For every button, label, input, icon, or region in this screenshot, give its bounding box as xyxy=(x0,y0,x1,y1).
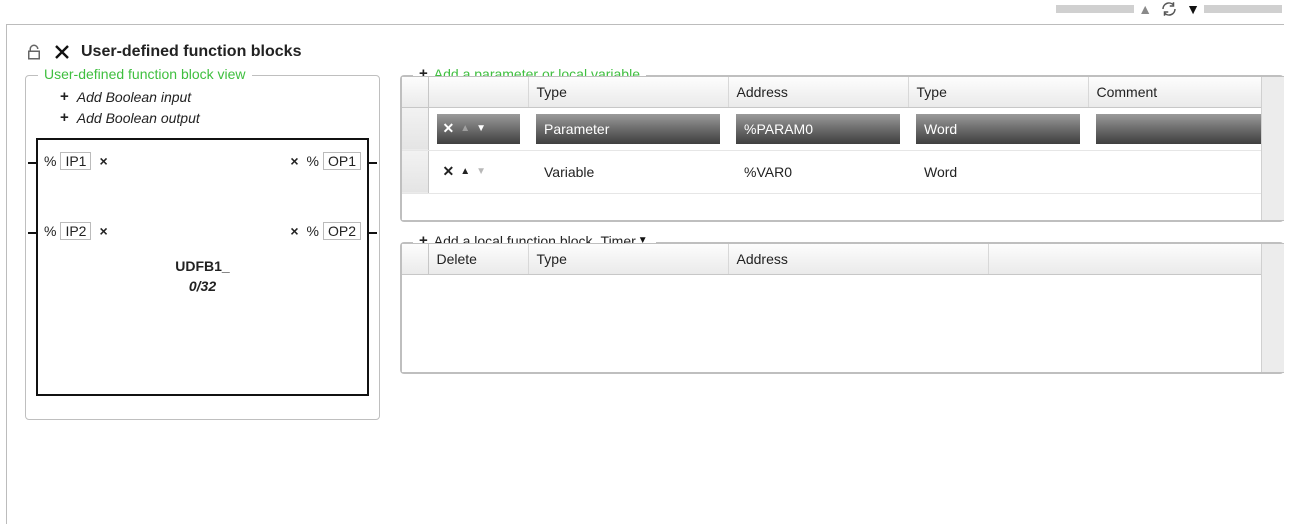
row-handle-header xyxy=(402,77,428,107)
percent-icon: % xyxy=(44,153,56,169)
output-port[interactable]: OP1 xyxy=(323,152,361,170)
lock-icon[interactable] xyxy=(25,43,43,61)
type-header[interactable]: Type xyxy=(528,244,728,274)
row-handle[interactable] xyxy=(402,150,428,193)
params-table-wrap: Type Address Type Comment xyxy=(401,76,1284,221)
output-port[interactable]: OP2 xyxy=(323,222,361,240)
collapse-up-icon[interactable]: ▲ xyxy=(1136,1,1154,17)
delete-header[interactable]: Delete xyxy=(428,244,528,274)
params-table: Type Address Type Comment xyxy=(402,77,1284,194)
type-cell: Parameter xyxy=(536,114,720,144)
delete-output-icon[interactable]: × xyxy=(286,153,302,169)
main-panel: User-defined function blocks User-define… xyxy=(6,24,1284,524)
comment-cell xyxy=(1096,157,1276,187)
delete-input-icon[interactable]: × xyxy=(95,153,111,169)
type-cell: Variable xyxy=(536,157,720,187)
move-down-icon[interactable]: ▼ xyxy=(476,123,486,134)
function-block-diagram: % IP1 × % IP2 × × % OP1 xyxy=(36,138,369,396)
delete-row-icon[interactable]: ✕ xyxy=(443,163,455,180)
page-title: User-defined function blocks xyxy=(81,43,301,61)
rest-header xyxy=(988,244,1284,274)
local-fb-table: Delete Type Address xyxy=(402,244,1284,275)
udfb-view-legend: User-defined function block view xyxy=(38,66,252,82)
move-down-icon: ▼ xyxy=(476,166,486,177)
type-header[interactable]: Type xyxy=(528,77,728,107)
percent-icon: % xyxy=(44,223,56,239)
add-boolean-input[interactable]: + Add Boolean input xyxy=(36,86,369,107)
comment-header[interactable]: Comment xyxy=(1088,77,1284,107)
toolbar-segment xyxy=(1204,5,1282,13)
percent-icon: % xyxy=(307,223,319,239)
port-tick xyxy=(367,162,377,164)
table-row[interactable]: ✕ ▲ ▼ Parameter %PARAM0 Word xyxy=(402,107,1284,150)
address-cell: %PARAM0 xyxy=(736,114,900,144)
address-cell: %VAR0 xyxy=(736,157,900,187)
plus-icon: + xyxy=(60,109,69,126)
local-fb-table-wrap: Delete Type Address xyxy=(401,243,1284,373)
plus-icon: + xyxy=(60,88,69,105)
type2-cell: Word xyxy=(916,114,1080,144)
block-count: 0/32 xyxy=(38,278,367,294)
page-header: User-defined function blocks xyxy=(25,43,1284,61)
row-handle-header xyxy=(402,244,428,274)
port-tick xyxy=(28,232,38,234)
vertical-scrollbar[interactable] xyxy=(1261,77,1284,220)
input-port[interactable]: IP2 xyxy=(60,222,91,240)
expand-down-icon[interactable]: ▼ xyxy=(1184,1,1202,17)
address-header[interactable]: Address xyxy=(728,244,988,274)
input-port-row: % IP2 × xyxy=(44,222,112,240)
controls-header xyxy=(428,77,528,107)
delete-row-icon[interactable]: ✕ xyxy=(443,120,455,137)
comment-cell xyxy=(1096,114,1276,144)
move-up-icon[interactable]: ▲ xyxy=(460,166,470,177)
params-group: + Add a parameter or local variable xyxy=(400,75,1284,222)
input-port[interactable]: IP1 xyxy=(60,152,91,170)
input-port-row: % IP1 × xyxy=(44,152,112,170)
refresh-icon[interactable] xyxy=(1156,0,1182,18)
move-up-icon: ▲ xyxy=(460,123,470,134)
add-boolean-output[interactable]: + Add Boolean output xyxy=(36,107,369,128)
add-boolean-input-label: Add Boolean input xyxy=(77,89,191,105)
local-fb-group: + Add a local function block Timer ▼ xyxy=(400,242,1284,374)
top-toolbar: ▲ ▼ xyxy=(0,0,1290,18)
block-name: UDFB1_ xyxy=(38,258,367,274)
toolbar-segment xyxy=(1056,5,1134,13)
udfb-view-group: User-defined function block view + Add B… xyxy=(25,75,380,420)
vertical-scrollbar[interactable] xyxy=(1261,244,1284,372)
delete-output-icon[interactable]: × xyxy=(286,223,302,239)
output-port-row: × % OP1 xyxy=(286,152,361,170)
add-boolean-output-label: Add Boolean output xyxy=(77,110,200,126)
row-handle[interactable] xyxy=(402,107,428,150)
percent-icon: % xyxy=(307,153,319,169)
address-header[interactable]: Address xyxy=(728,77,908,107)
port-tick xyxy=(367,232,377,234)
type2-header[interactable]: Type xyxy=(908,77,1088,107)
output-port-row: × % OP2 xyxy=(286,222,361,240)
port-tick xyxy=(28,162,38,164)
type2-cell: Word xyxy=(916,157,1080,187)
close-icon[interactable] xyxy=(53,43,71,61)
table-row[interactable]: ✕ ▲ ▼ Variable %VAR0 Word xyxy=(402,150,1284,193)
delete-input-icon[interactable]: × xyxy=(95,223,111,239)
